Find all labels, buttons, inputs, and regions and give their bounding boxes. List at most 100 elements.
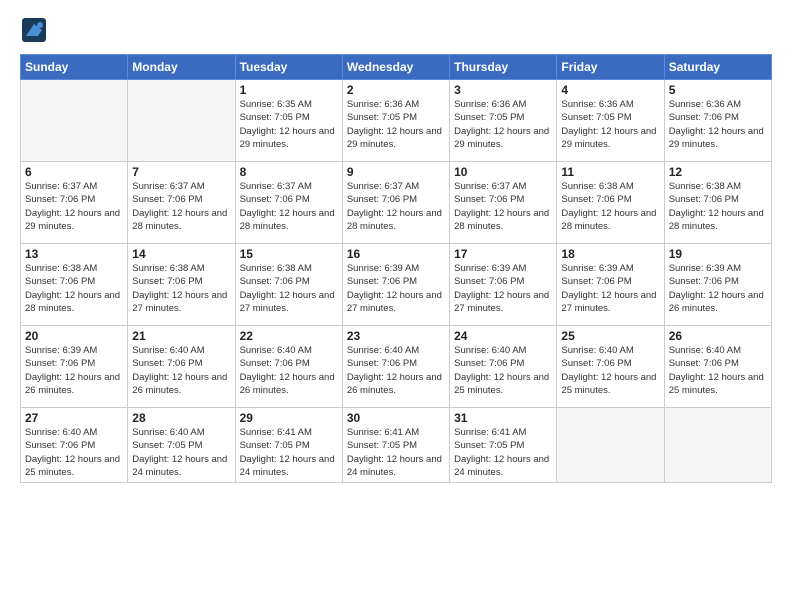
day-number: 31 (454, 411, 552, 425)
week-row-1: 1Sunrise: 6:35 AMSunset: 7:05 PMDaylight… (21, 80, 772, 162)
day-number: 4 (561, 83, 659, 97)
day-number: 16 (347, 247, 445, 261)
day-cell: 9Sunrise: 6:37 AMSunset: 7:06 PMDaylight… (342, 162, 449, 244)
day-cell: 12Sunrise: 6:38 AMSunset: 7:06 PMDayligh… (664, 162, 771, 244)
day-number: 12 (669, 165, 767, 179)
day-number: 21 (132, 329, 230, 343)
logo (20, 16, 50, 44)
day-number: 29 (240, 411, 338, 425)
day-number: 7 (132, 165, 230, 179)
day-number: 23 (347, 329, 445, 343)
day-info: Sunrise: 6:37 AMSunset: 7:06 PMDaylight:… (454, 180, 552, 233)
day-info: Sunrise: 6:37 AMSunset: 7:06 PMDaylight:… (240, 180, 338, 233)
weekday-header-row: SundayMondayTuesdayWednesdayThursdayFrid… (21, 55, 772, 80)
day-number: 20 (25, 329, 123, 343)
page: SundayMondayTuesdayWednesdayThursdayFrid… (0, 0, 792, 612)
day-cell: 3Sunrise: 6:36 AMSunset: 7:05 PMDaylight… (450, 80, 557, 162)
day-cell (21, 80, 128, 162)
header (20, 16, 772, 44)
day-cell: 28Sunrise: 6:40 AMSunset: 7:05 PMDayligh… (128, 408, 235, 483)
day-cell: 21Sunrise: 6:40 AMSunset: 7:06 PMDayligh… (128, 326, 235, 408)
day-info: Sunrise: 6:37 AMSunset: 7:06 PMDaylight:… (25, 180, 123, 233)
day-cell: 10Sunrise: 6:37 AMSunset: 7:06 PMDayligh… (450, 162, 557, 244)
day-info: Sunrise: 6:35 AMSunset: 7:05 PMDaylight:… (240, 98, 338, 151)
week-row-5: 27Sunrise: 6:40 AMSunset: 7:06 PMDayligh… (21, 408, 772, 483)
day-number: 14 (132, 247, 230, 261)
day-cell: 22Sunrise: 6:40 AMSunset: 7:06 PMDayligh… (235, 326, 342, 408)
day-cell: 2Sunrise: 6:36 AMSunset: 7:05 PMDaylight… (342, 80, 449, 162)
day-cell: 8Sunrise: 6:37 AMSunset: 7:06 PMDaylight… (235, 162, 342, 244)
day-cell: 24Sunrise: 6:40 AMSunset: 7:06 PMDayligh… (450, 326, 557, 408)
day-number: 17 (454, 247, 552, 261)
day-cell: 15Sunrise: 6:38 AMSunset: 7:06 PMDayligh… (235, 244, 342, 326)
day-cell: 23Sunrise: 6:40 AMSunset: 7:06 PMDayligh… (342, 326, 449, 408)
weekday-thursday: Thursday (450, 55, 557, 80)
day-cell: 25Sunrise: 6:40 AMSunset: 7:06 PMDayligh… (557, 326, 664, 408)
day-info: Sunrise: 6:38 AMSunset: 7:06 PMDaylight:… (669, 180, 767, 233)
day-cell: 7Sunrise: 6:37 AMSunset: 7:06 PMDaylight… (128, 162, 235, 244)
day-cell: 5Sunrise: 6:36 AMSunset: 7:06 PMDaylight… (664, 80, 771, 162)
day-info: Sunrise: 6:41 AMSunset: 7:05 PMDaylight:… (454, 426, 552, 479)
day-number: 10 (454, 165, 552, 179)
day-number: 3 (454, 83, 552, 97)
day-number: 8 (240, 165, 338, 179)
day-info: Sunrise: 6:36 AMSunset: 7:05 PMDaylight:… (347, 98, 445, 151)
day-cell: 11Sunrise: 6:38 AMSunset: 7:06 PMDayligh… (557, 162, 664, 244)
day-info: Sunrise: 6:41 AMSunset: 7:05 PMDaylight:… (347, 426, 445, 479)
day-number: 28 (132, 411, 230, 425)
day-info: Sunrise: 6:40 AMSunset: 7:06 PMDaylight:… (240, 344, 338, 397)
day-info: Sunrise: 6:41 AMSunset: 7:05 PMDaylight:… (240, 426, 338, 479)
day-number: 30 (347, 411, 445, 425)
day-info: Sunrise: 6:39 AMSunset: 7:06 PMDaylight:… (25, 344, 123, 397)
day-cell: 14Sunrise: 6:38 AMSunset: 7:06 PMDayligh… (128, 244, 235, 326)
day-info: Sunrise: 6:39 AMSunset: 7:06 PMDaylight:… (347, 262, 445, 315)
day-cell: 17Sunrise: 6:39 AMSunset: 7:06 PMDayligh… (450, 244, 557, 326)
day-info: Sunrise: 6:38 AMSunset: 7:06 PMDaylight:… (25, 262, 123, 315)
day-cell: 16Sunrise: 6:39 AMSunset: 7:06 PMDayligh… (342, 244, 449, 326)
day-info: Sunrise: 6:36 AMSunset: 7:05 PMDaylight:… (561, 98, 659, 151)
day-cell: 6Sunrise: 6:37 AMSunset: 7:06 PMDaylight… (21, 162, 128, 244)
day-number: 2 (347, 83, 445, 97)
day-cell (664, 408, 771, 483)
calendar-table: SundayMondayTuesdayWednesdayThursdayFrid… (20, 54, 772, 483)
day-cell (128, 80, 235, 162)
day-cell: 18Sunrise: 6:39 AMSunset: 7:06 PMDayligh… (557, 244, 664, 326)
week-row-3: 13Sunrise: 6:38 AMSunset: 7:06 PMDayligh… (21, 244, 772, 326)
weekday-tuesday: Tuesday (235, 55, 342, 80)
week-row-2: 6Sunrise: 6:37 AMSunset: 7:06 PMDaylight… (21, 162, 772, 244)
day-cell: 20Sunrise: 6:39 AMSunset: 7:06 PMDayligh… (21, 326, 128, 408)
day-info: Sunrise: 6:40 AMSunset: 7:06 PMDaylight:… (25, 426, 123, 479)
day-number: 19 (669, 247, 767, 261)
day-info: Sunrise: 6:38 AMSunset: 7:06 PMDaylight:… (132, 262, 230, 315)
weekday-sunday: Sunday (21, 55, 128, 80)
day-info: Sunrise: 6:36 AMSunset: 7:06 PMDaylight:… (669, 98, 767, 151)
day-cell: 1Sunrise: 6:35 AMSunset: 7:05 PMDaylight… (235, 80, 342, 162)
day-info: Sunrise: 6:40 AMSunset: 7:05 PMDaylight:… (132, 426, 230, 479)
weekday-friday: Friday (557, 55, 664, 80)
day-number: 27 (25, 411, 123, 425)
day-number: 5 (669, 83, 767, 97)
day-info: Sunrise: 6:40 AMSunset: 7:06 PMDaylight:… (561, 344, 659, 397)
calendar-body: 1Sunrise: 6:35 AMSunset: 7:05 PMDaylight… (21, 80, 772, 483)
day-cell: 26Sunrise: 6:40 AMSunset: 7:06 PMDayligh… (664, 326, 771, 408)
weekday-wednesday: Wednesday (342, 55, 449, 80)
day-cell: 4Sunrise: 6:36 AMSunset: 7:05 PMDaylight… (557, 80, 664, 162)
day-cell: 19Sunrise: 6:39 AMSunset: 7:06 PMDayligh… (664, 244, 771, 326)
day-number: 25 (561, 329, 659, 343)
day-number: 26 (669, 329, 767, 343)
week-row-4: 20Sunrise: 6:39 AMSunset: 7:06 PMDayligh… (21, 326, 772, 408)
day-number: 9 (347, 165, 445, 179)
weekday-monday: Monday (128, 55, 235, 80)
day-number: 15 (240, 247, 338, 261)
day-info: Sunrise: 6:37 AMSunset: 7:06 PMDaylight:… (347, 180, 445, 233)
day-info: Sunrise: 6:37 AMSunset: 7:06 PMDaylight:… (132, 180, 230, 233)
day-number: 24 (454, 329, 552, 343)
day-cell: 31Sunrise: 6:41 AMSunset: 7:05 PMDayligh… (450, 408, 557, 483)
day-info: Sunrise: 6:38 AMSunset: 7:06 PMDaylight:… (561, 180, 659, 233)
day-info: Sunrise: 6:36 AMSunset: 7:05 PMDaylight:… (454, 98, 552, 151)
day-cell: 27Sunrise: 6:40 AMSunset: 7:06 PMDayligh… (21, 408, 128, 483)
day-number: 22 (240, 329, 338, 343)
logo-icon (20, 16, 48, 44)
day-cell: 29Sunrise: 6:41 AMSunset: 7:05 PMDayligh… (235, 408, 342, 483)
day-number: 1 (240, 83, 338, 97)
